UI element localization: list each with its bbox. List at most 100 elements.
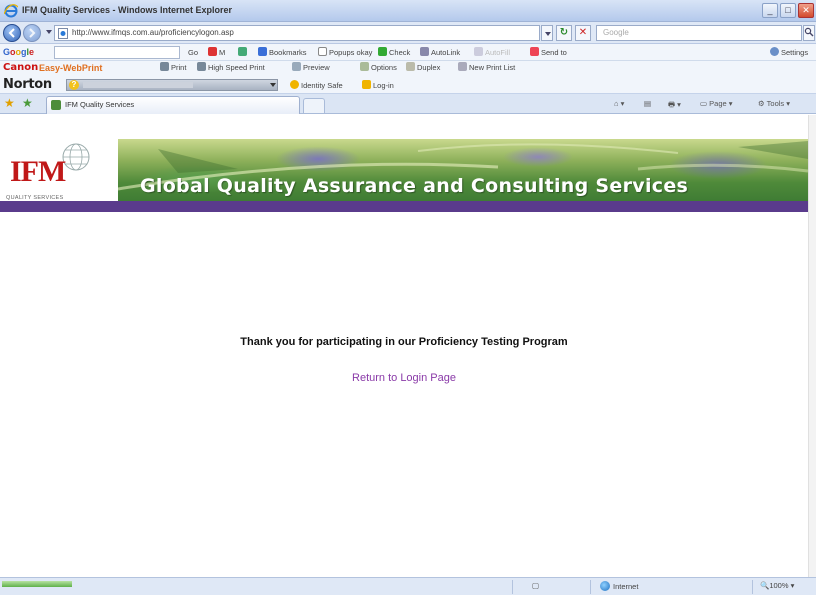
options-button[interactable]: Options	[360, 62, 397, 74]
google-bookmarks-button[interactable]: Bookmarks	[258, 47, 307, 59]
checkmark-icon	[378, 47, 387, 56]
tools-menu[interactable]: ⚙ Tools ▾	[758, 99, 790, 108]
google-toolbar: Google Go M Bookmarks Popups okay Check …	[0, 44, 816, 61]
status-progress	[2, 581, 72, 587]
minimize-button[interactable]: _	[762, 3, 778, 18]
forward-button[interactable]	[23, 24, 41, 42]
search-input[interactable]: Google	[596, 25, 802, 41]
high-speed-print-button[interactable]: High Speed Print	[197, 62, 265, 74]
google-logo[interactable]: Google	[3, 47, 34, 57]
norton-status-bar	[83, 82, 193, 88]
duplex-icon	[406, 62, 415, 71]
print-button[interactable]: Print	[160, 62, 186, 74]
tab-favicon-icon	[51, 100, 61, 110]
google-services-button[interactable]	[238, 47, 249, 59]
security-zone[interactable]: Internet	[600, 581, 638, 591]
url-dropdown-button[interactable]	[541, 25, 553, 41]
google-search-input[interactable]	[54, 46, 180, 59]
back-arrow-icon	[8, 28, 15, 38]
search-placeholder: Google	[603, 28, 629, 37]
google-go-button[interactable]: Go	[188, 47, 198, 59]
google-settings-button[interactable]: Settings	[770, 47, 808, 59]
norton-status-dropdown[interactable]: ?	[66, 79, 278, 91]
favorites-star-icon[interactable]: ★	[4, 97, 15, 109]
close-button[interactable]: ✕	[798, 3, 814, 18]
feeds-button[interactable]: ▤	[644, 99, 651, 108]
page-menu[interactable]: ▭ Page ▾	[700, 99, 733, 108]
logo-stripe	[0, 201, 118, 212]
window-title: IFM Quality Services - Windows Internet …	[22, 5, 232, 15]
forward-arrow-icon	[29, 28, 36, 38]
printer-fast-icon	[197, 62, 206, 71]
browser-window: IFM Quality Services - Windows Internet …	[0, 0, 816, 595]
tab-ifm-quality-services[interactable]: IFM Quality Services	[46, 96, 300, 114]
wrench-icon	[770, 47, 779, 56]
easy-webprint-menu[interactable]: Easy-WebPrint	[39, 63, 102, 73]
list-icon	[458, 62, 467, 71]
print-menu-button[interactable]: 🖶 ▾	[668, 99, 681, 112]
magnifier-icon	[804, 27, 814, 37]
return-to-login-link[interactable]: Return to Login Page	[0, 372, 808, 384]
page-icon	[58, 28, 68, 39]
identity-safe-button[interactable]: Identity Safe	[290, 80, 343, 92]
address-bar: http://www.ifmqs.com.au/proficiencylogon…	[0, 22, 816, 44]
log-in-button[interactable]: Log-in	[362, 80, 394, 92]
back-button[interactable]	[3, 24, 21, 42]
tab-row: ★ ★ IFM Quality Services ⌂ ▾ ▤ 🖶 ▾ ▭ Pag…	[0, 94, 816, 114]
preview-icon	[292, 62, 301, 71]
thank-you-message: Thank you for participating in our Profi…	[240, 336, 568, 348]
refresh-button[interactable]: ↻	[556, 25, 572, 41]
search-button[interactable]	[803, 25, 815, 41]
identity-safe-icon	[290, 80, 299, 89]
site-banner: IFM QUALITY SERVICES Global Quality Assu…	[0, 139, 808, 212]
banner-stripe	[0, 201, 808, 212]
autofill-icon	[474, 47, 483, 56]
add-favorites-icon[interactable]: ★	[22, 97, 33, 109]
spell-check-button[interactable]: Check	[378, 47, 410, 59]
logo-area: IFM QUALITY SERVICES	[0, 139, 118, 201]
status-bar: ▢ Internet 🔍100% ▾	[0, 577, 816, 595]
new-print-list-button[interactable]: New Print List	[458, 62, 515, 74]
preview-button[interactable]: Preview	[292, 62, 330, 74]
services-icon	[238, 47, 247, 56]
canon-logo: Canon	[3, 62, 39, 73]
printer-icon	[160, 62, 169, 71]
duplex-button[interactable]: Duplex	[406, 62, 440, 74]
internet-zone-icon	[600, 581, 610, 591]
popup-blocker-button[interactable]: Popups okay	[318, 47, 372, 59]
maximize-button[interactable]: □	[780, 3, 796, 18]
vertical-scrollbar[interactable]	[808, 115, 816, 577]
popup-icon	[318, 47, 327, 56]
window-controls: _ □ ✕	[762, 3, 814, 18]
ifm-logo: IFM	[10, 155, 66, 188]
send-icon	[530, 47, 539, 56]
recent-pages-dropdown[interactable]	[46, 30, 52, 34]
tab-label: IFM Quality Services	[65, 100, 135, 109]
protected-mode-icon[interactable]: ▢	[532, 581, 539, 590]
zoom-icon: 🔍	[760, 581, 770, 590]
gmail-icon	[208, 47, 217, 56]
options-icon	[360, 62, 369, 71]
password-icon	[362, 80, 371, 89]
new-tab-button[interactable]	[303, 98, 325, 113]
norton-toolbar: Norton ? Identity Safe Log-in	[0, 76, 816, 94]
banner-title: Global Quality Assurance and Consulting …	[140, 175, 689, 197]
url-text: http://www.ifmqs.com.au/proficiencylogon…	[72, 28, 234, 37]
page-content: IFM QUALITY SERVICES Global Quality Assu…	[0, 115, 808, 577]
autofill-button[interactable]: AutoFill	[474, 47, 510, 59]
internet-explorer-icon	[4, 4, 18, 18]
gmail-button[interactable]: M	[208, 47, 225, 59]
send-to-button[interactable]: Send to	[530, 47, 567, 59]
norton-warning-icon: ?	[69, 80, 79, 90]
star-icon	[258, 47, 267, 56]
stop-button[interactable]: ✕	[575, 25, 591, 41]
home-button[interactable]: ⌂ ▾	[614, 99, 624, 108]
autolink-icon	[420, 47, 429, 56]
autolink-button[interactable]: AutoLink	[420, 47, 460, 59]
url-field[interactable]: http://www.ifmqs.com.au/proficiencylogon…	[54, 25, 540, 41]
title-bar: IFM Quality Services - Windows Internet …	[0, 0, 816, 22]
norton-logo: Norton	[3, 77, 52, 92]
canon-toolbar: Canon Easy-WebPrint Print High Speed Pri…	[0, 61, 816, 76]
norton-dropdown-arrow[interactable]	[270, 83, 276, 87]
zoom-level[interactable]: 🔍100% ▾	[760, 581, 794, 590]
